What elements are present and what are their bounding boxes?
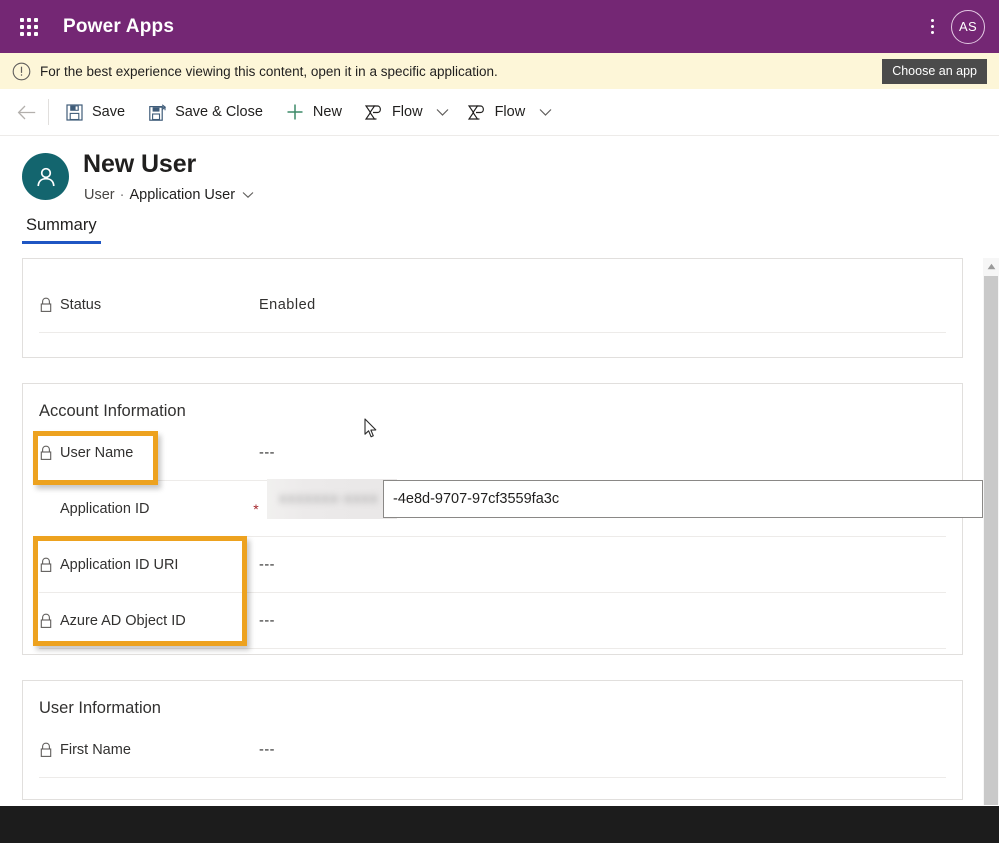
choose-an-app-button[interactable]: Choose an app — [882, 59, 987, 84]
field-row-user-name: User Name --- — [39, 425, 946, 481]
field-row-first-name: First Name --- — [39, 722, 946, 778]
command-bar-divider — [48, 99, 49, 125]
redacted-text: xxxxxxx-xxxx — [279, 490, 379, 507]
azure-ad-object-id-label-group: Azure AD Object ID — [39, 613, 249, 629]
new-label: New — [312, 104, 342, 120]
tab-active-underline — [22, 241, 101, 244]
save-and-close-button[interactable]: Save & Close — [136, 92, 274, 132]
bottom-bar — [0, 806, 999, 843]
app-header: Power Apps AS — [0, 0, 999, 53]
first-name-value: --- — [259, 741, 275, 758]
azure-ad-object-id-value: --- — [259, 612, 275, 629]
lock-icon-placeholder — [39, 501, 53, 517]
redacted-overlay: xxxxxxx-xxxx — [267, 479, 397, 519]
flow-icon — [364, 102, 384, 122]
user-name-label-group: User Name — [39, 445, 249, 461]
application-id-label: Application ID — [60, 500, 150, 517]
entity-name: User — [84, 187, 115, 203]
field-row-status: Status Enabled — [39, 277, 946, 333]
first-name-label-group: First Name — [39, 742, 249, 758]
application-id-input[interactable] — [383, 480, 983, 518]
save-button[interactable]: Save — [53, 92, 136, 132]
plus-icon — [285, 102, 305, 122]
user-information-section: User Information First Name --- — [22, 680, 963, 800]
status-label-group: Status — [39, 297, 249, 313]
scroll-up-arrow-icon[interactable] — [983, 258, 999, 275]
user-information-title: User Information — [39, 699, 161, 717]
form-tabs: Summary — [0, 214, 999, 252]
save-and-close-label: Save & Close — [175, 104, 263, 120]
user-name-value: --- — [259, 444, 275, 461]
back-arrow-icon[interactable] — [8, 94, 44, 130]
waffle-menu-icon[interactable] — [10, 8, 48, 46]
status-section: Status Enabled — [22, 258, 963, 358]
save-label: Save — [92, 104, 126, 120]
form-scrollbar[interactable] — [983, 258, 999, 805]
flow-label-2: Flow — [494, 104, 526, 120]
power-apps-window: Power Apps AS For the best experience vi… — [0, 0, 999, 843]
scroll-thumb[interactable] — [984, 276, 998, 805]
record-subtitle: User · Application User — [84, 187, 254, 203]
application-id-uri-label: Application ID URI — [60, 556, 179, 573]
flow-label-1: Flow — [391, 104, 423, 120]
lock-icon — [39, 742, 53, 758]
lock-icon — [39, 445, 53, 461]
application-id-uri-label-group: Application ID URI — [39, 557, 249, 573]
account-information-section: Account Information User Name --- Applic… — [22, 383, 983, 655]
field-row-azure-ad-object-id: Azure AD Object ID --- — [39, 593, 946, 649]
lock-icon — [39, 613, 53, 629]
brand-title[interactable]: Power Apps — [63, 16, 174, 38]
application-id-uri-value: --- — [259, 556, 275, 573]
tab-summary[interactable]: Summary — [22, 214, 101, 244]
form-name: Application User — [129, 187, 236, 203]
field-row-application-id-uri: Application ID URI --- — [39, 537, 946, 593]
chevron-down-icon-flow-2[interactable] — [532, 92, 558, 132]
first-name-label: First Name — [60, 741, 131, 758]
account-information-title: Account Information — [39, 402, 186, 420]
notification-banner: For the best experience viewing this con… — [0, 53, 999, 89]
save-close-icon — [147, 102, 167, 122]
page-title: New User — [83, 150, 197, 178]
record-header: New User User · Application User — [0, 136, 999, 212]
chevron-down-icon-form-selector[interactable] — [242, 187, 254, 203]
flow-icon — [467, 102, 487, 122]
tab-summary-label: Summary — [26, 216, 97, 234]
person-icon — [22, 153, 69, 200]
lock-icon — [39, 557, 53, 573]
chevron-down-icon-flow-1[interactable] — [430, 92, 456, 132]
banner-message: For the best experience viewing this con… — [40, 63, 498, 79]
required-indicator: * — [253, 500, 259, 517]
form-content: Status Enabled Account Information User … — [0, 258, 985, 805]
flow-button-2[interactable]: Flow — [456, 92, 537, 132]
status-label: Status — [60, 296, 102, 313]
status-value: Enabled — [259, 296, 316, 313]
flow-button-1[interactable]: Flow — [353, 92, 434, 132]
new-button[interactable]: New — [274, 92, 353, 132]
more-options-icon[interactable] — [919, 12, 945, 42]
subtitle-separator: · — [119, 187, 125, 203]
lock-icon — [39, 297, 53, 313]
alert-circle-icon — [12, 62, 31, 81]
application-id-label-group: Application ID — [39, 501, 249, 517]
save-icon — [64, 102, 84, 122]
field-row-application-id: Application ID * xxxxxxx-xxxx — [39, 479, 983, 537]
command-bar: Save Save & Close New Flow Flow — [0, 89, 999, 136]
azure-ad-object-id-label: Azure AD Object ID — [60, 612, 186, 629]
user-avatar[interactable]: AS — [951, 9, 985, 44]
user-name-label: User Name — [60, 444, 134, 461]
